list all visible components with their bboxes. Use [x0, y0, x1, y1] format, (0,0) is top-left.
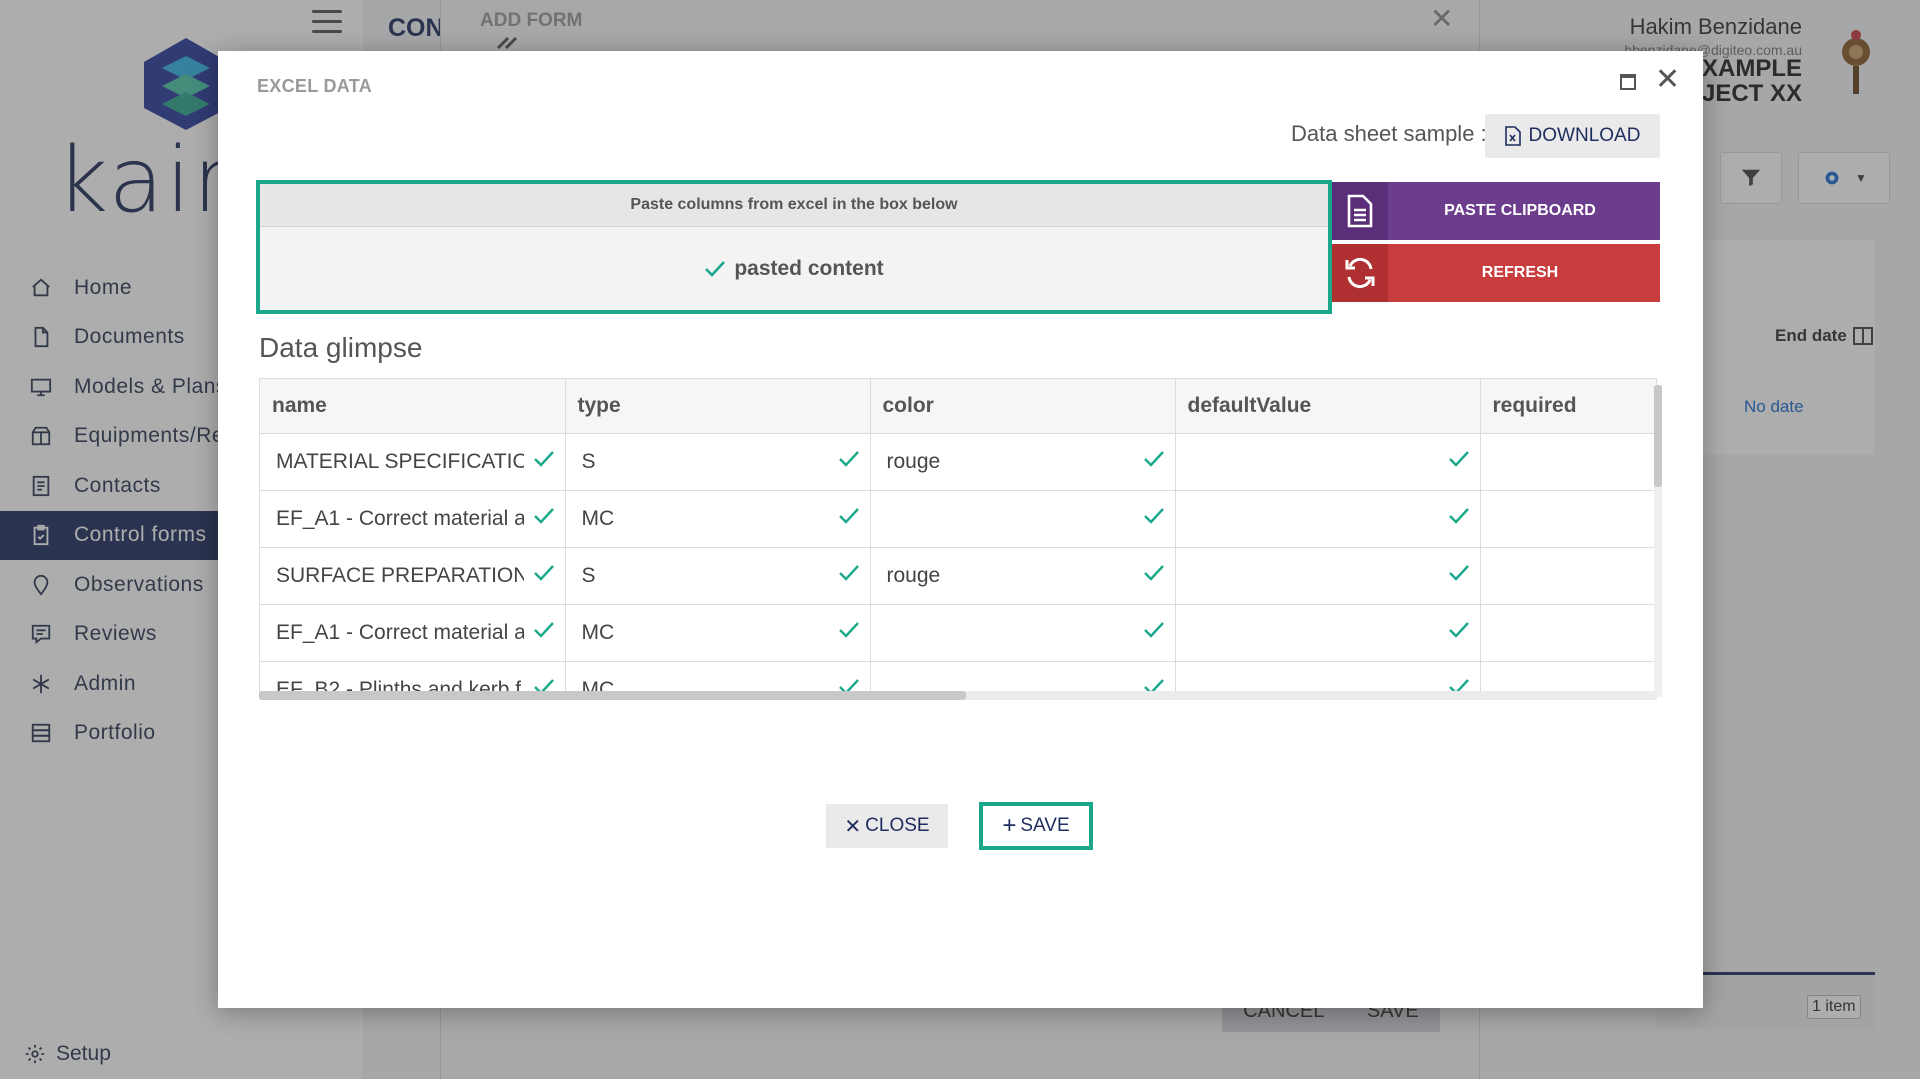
column-header-type: type [565, 379, 871, 434]
excel-file-icon [1504, 126, 1521, 146]
check-icon [1448, 450, 1470, 474]
check-icon [533, 507, 555, 531]
cell-value: EF_A1 - Correct material a [276, 506, 524, 530]
table-row[interactable]: MATERIAL SPECIFICATIO Srouge [260, 433, 1656, 491]
download-button[interactable]: DOWNLOAD [1485, 114, 1660, 158]
table-cell-required [1480, 604, 1656, 662]
table-cell-required [1480, 490, 1656, 548]
table-cell-required [1480, 433, 1656, 491]
paste-area[interactable]: Paste columns from excel in the box belo… [256, 180, 1332, 314]
refresh-icon [1332, 244, 1388, 302]
table-row[interactable]: EF_A1 - Correct material a MC [260, 604, 1656, 662]
paste-status: pasted content [734, 256, 884, 280]
cell-value: MATERIAL SPECIFICATIO [276, 449, 524, 473]
close-button[interactable]: ✕ CLOSE [826, 804, 948, 848]
table-horizontal-scrollbar[interactable] [259, 691, 1657, 700]
paste-area-header: Paste columns from excel in the box belo… [260, 184, 1328, 227]
paste-clipboard-label: PASTE CLIPBOARD [1444, 202, 1596, 219]
column-header-color: color [870, 379, 1176, 434]
check-icon [533, 450, 555, 474]
cell-value: S [581, 449, 596, 473]
table-cell-color: rouge [870, 547, 1176, 605]
table-row[interactable]: EF_A1 - Correct material a MC [260, 490, 1656, 548]
scrollbar-thumb[interactable] [259, 691, 966, 700]
table-cell-defaultValue [1175, 433, 1481, 491]
save-button[interactable]: + SAVE [979, 802, 1093, 850]
cell-value: EF_A1 - Correct material a [276, 620, 524, 644]
check-icon [1143, 507, 1165, 531]
table-cell-defaultValue [1175, 547, 1481, 605]
download-label: DOWNLOAD [1528, 125, 1641, 146]
cell-value: MC [581, 620, 615, 644]
table-header-row: name type color defaultValue required [260, 379, 1656, 434]
modal-title: EXCEL DATA [257, 76, 373, 96]
save-label: SAVE [1020, 815, 1070, 836]
cell-value: rouge [886, 563, 941, 587]
maximize-icon[interactable] [1620, 74, 1636, 90]
column-header-name: name [260, 379, 566, 434]
scrollbar-thumb[interactable] [1654, 385, 1662, 487]
check-icon [533, 621, 555, 645]
cell-value: rouge [886, 449, 941, 473]
close-x-icon: ✕ [844, 815, 862, 838]
table-cell-name: SURFACE PREPARATION [260, 547, 566, 605]
close-icon[interactable]: ✕ [1655, 65, 1680, 95]
check-icon [705, 260, 726, 277]
check-icon [838, 621, 860, 645]
check-icon [838, 564, 860, 588]
check-icon [1143, 564, 1165, 588]
table-cell-color [870, 490, 1176, 548]
table-cell-defaultValue [1175, 604, 1481, 662]
column-header-default-value: defaultValue [1175, 379, 1481, 434]
check-icon [1448, 564, 1470, 588]
table-cell-type: S [565, 433, 871, 491]
paste-clipboard-button[interactable]: PASTE CLIPBOARD [1332, 182, 1660, 240]
table-cell-defaultValue [1175, 490, 1481, 548]
document-icon [1332, 182, 1388, 240]
data-glimpse-title: Data glimpse [259, 332, 423, 363]
column-header-required: required [1480, 379, 1656, 434]
table-row[interactable]: SURFACE PREPARATION Srouge [260, 547, 1656, 605]
data-glimpse-table[interactable]: name type color defaultValue required MA… [259, 378, 1657, 698]
refresh-button[interactable]: REFRESH [1332, 244, 1660, 302]
excel-data-modal: EXCEL DATA ✕ Data sheet sample : DOWNLOA… [218, 51, 1703, 1008]
close-label: CLOSE [865, 815, 930, 836]
check-icon [838, 450, 860, 474]
paste-area-content[interactable]: pasted content [260, 227, 1328, 310]
table-cell-name: MATERIAL SPECIFICATIO [260, 433, 566, 491]
table-cell-color [870, 604, 1176, 662]
check-icon [533, 564, 555, 588]
check-icon [838, 507, 860, 531]
plus-icon: + [1002, 812, 1017, 839]
table-cell-type: S [565, 547, 871, 605]
table-cell-type: MC [565, 490, 871, 548]
check-icon [1143, 621, 1165, 645]
check-icon [1143, 450, 1165, 474]
refresh-label: REFRESH [1481, 264, 1559, 281]
cell-value: MC [581, 506, 615, 530]
table-cell-required [1480, 547, 1656, 605]
table-cell-name: EF_A1 - Correct material a [260, 490, 566, 548]
table-cell-name: EF_A1 - Correct material a [260, 604, 566, 662]
table-vertical-scrollbar[interactable] [1654, 385, 1662, 697]
table-cell-color: rouge [870, 433, 1176, 491]
cell-value: SURFACE PREPARATION [276, 563, 524, 587]
table-cell-type: MC [565, 604, 871, 662]
cell-value: S [581, 563, 596, 587]
check-icon [1448, 507, 1470, 531]
data-sheet-sample-label: Data sheet sample : [1291, 121, 1487, 146]
check-icon [1448, 621, 1470, 645]
